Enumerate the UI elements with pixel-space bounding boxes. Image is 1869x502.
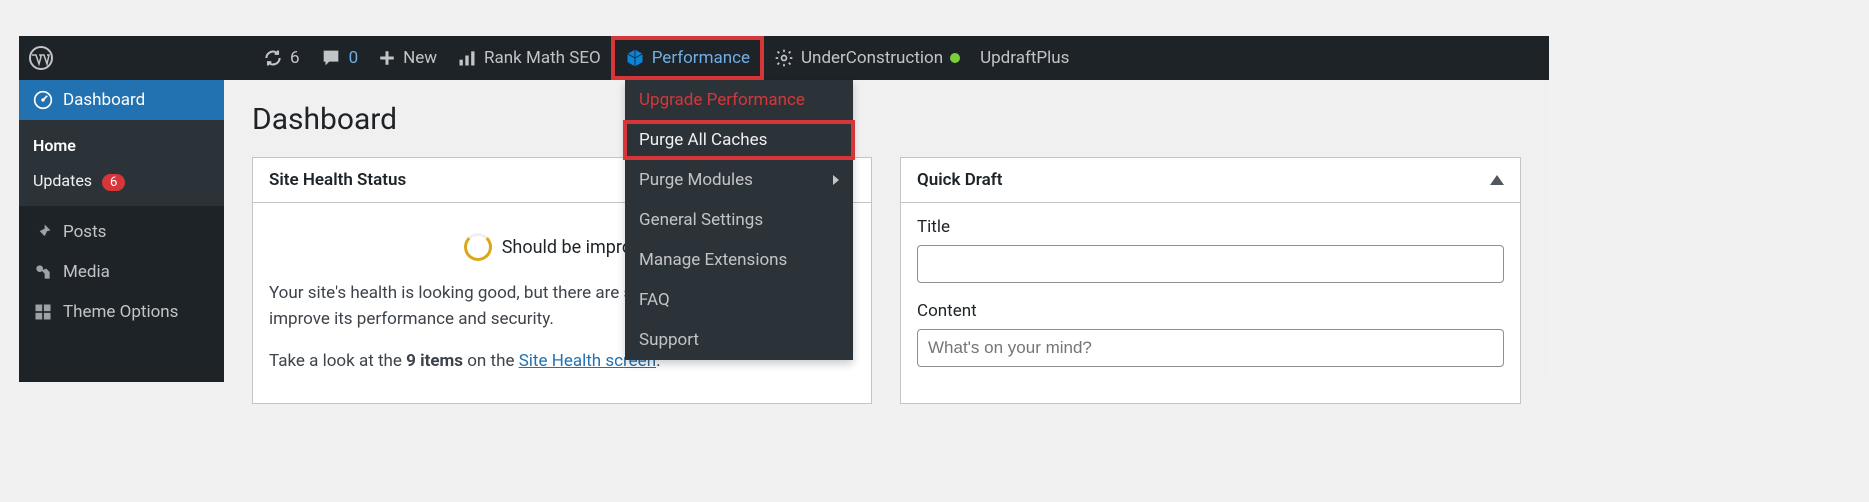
media-icon: [33, 262, 53, 282]
sidebar-item-posts[interactable]: Posts: [19, 212, 224, 252]
wordpress-icon: [29, 46, 53, 70]
grid-icon: [33, 302, 53, 322]
toolbar-performance-highlight: Performance: [611, 36, 764, 80]
bar-chart-icon: [457, 48, 477, 68]
page-title: Dashboard: [252, 102, 1521, 137]
admin-sidebar: Dashboard Home Updates 6 Posts Media The…: [19, 80, 224, 382]
toolbar-updraft-label: UpdraftPlus: [980, 48, 1069, 68]
refresh-icon: [263, 48, 283, 68]
toolbar-performance-label: Performance: [652, 48, 750, 68]
toolbar-rankmath-label: Rank Math SEO: [484, 48, 601, 68]
dropdown-support-label: Support: [639, 330, 699, 350]
sidebar-dashboard-label: Dashboard: [63, 90, 145, 110]
spinner-icon: [464, 233, 492, 261]
dropdown-purge-modules-label: Purge Modules: [639, 170, 753, 190]
dropdown-general-label: General Settings: [639, 210, 763, 230]
sidebar-home-label: Home: [33, 136, 76, 155]
toolbar-updraft[interactable]: UpdraftPlus: [970, 36, 1079, 80]
dropdown-extensions-label: Manage Extensions: [639, 250, 787, 270]
quick-draft-title-label: Title: [917, 217, 1504, 237]
panel-quick-draft: Quick Draft Title Content: [900, 157, 1521, 404]
sidebar-sub-home[interactable]: Home: [19, 128, 224, 163]
admin-toolbar: 6 0 New Rank Math SEO Performance UnderC…: [19, 36, 1549, 80]
dashboard-icon: [33, 90, 53, 110]
panel-quick-draft-title: Quick Draft: [917, 170, 1002, 190]
sidebar-item-theme-options[interactable]: Theme Options: [19, 292, 224, 332]
sidebar-submenu-dashboard: Home Updates 6: [19, 120, 224, 206]
panel-site-health-title: Site Health Status: [269, 170, 406, 190]
quick-draft-content-label: Content: [917, 301, 1504, 321]
toolbar-updates[interactable]: 6: [253, 36, 310, 80]
dropdown-manage-extensions[interactable]: Manage Extensions: [625, 240, 853, 280]
toolbar-rankmath[interactable]: Rank Math SEO: [447, 36, 611, 80]
dropdown-faq-label: FAQ: [639, 290, 670, 310]
toolbar-new-label: New: [403, 48, 437, 68]
sidebar-posts-label: Posts: [63, 222, 106, 242]
quick-draft-title-input[interactable]: [917, 245, 1504, 283]
toolbar-performance[interactable]: Performance: [615, 36, 760, 80]
comment-icon: [320, 47, 342, 69]
site-health-line2b: on the: [463, 351, 519, 371]
dropdown-purge-all-caches[interactable]: Purge All Caches: [623, 120, 855, 160]
dropdown-faq[interactable]: FAQ: [625, 280, 853, 320]
collapse-icon[interactable]: [1490, 175, 1504, 185]
dropdown-support[interactable]: Support: [625, 320, 853, 360]
sidebar-media-label: Media: [63, 262, 110, 282]
panel-quick-draft-header[interactable]: Quick Draft: [901, 158, 1520, 203]
dropdown-upgrade-label: Upgrade Performance: [639, 90, 805, 110]
status-dot-icon: [950, 53, 960, 63]
toolbar-comments-count: 0: [349, 48, 359, 68]
toolbar-updates-count: 6: [290, 48, 300, 68]
dropdown-purge-all-label: Purge All Caches: [639, 130, 767, 150]
plus-icon: [378, 49, 396, 67]
performance-dropdown: Upgrade Performance Purge All Caches Pur…: [625, 80, 853, 360]
site-health-item-count: 9 items: [406, 351, 463, 371]
sidebar-sub-updates[interactable]: Updates 6: [19, 163, 224, 198]
pin-icon: [33, 222, 53, 242]
toolbar-new[interactable]: New: [368, 36, 447, 80]
sidebar-item-dashboard[interactable]: Dashboard: [19, 80, 224, 120]
cube-icon: [625, 48, 645, 68]
sidebar-updates-label: Updates: [33, 171, 92, 190]
gear-icon: [774, 48, 794, 68]
site-health-line2a: Take a look at the: [269, 351, 406, 371]
sidebar-theme-options-label: Theme Options: [63, 302, 178, 322]
sidebar-item-media[interactable]: Media: [19, 252, 224, 292]
sidebar-updates-badge: 6: [102, 174, 125, 191]
chevron-right-icon: [833, 175, 839, 185]
dropdown-general-settings[interactable]: General Settings: [625, 200, 853, 240]
dropdown-purge-modules[interactable]: Purge Modules: [625, 160, 853, 200]
toolbar-comments[interactable]: 0: [310, 36, 369, 80]
toolbar-underconstruction[interactable]: UnderConstruction: [764, 36, 970, 80]
toolbar-underconstruction-label: UnderConstruction: [801, 48, 943, 68]
dropdown-upgrade-performance[interactable]: Upgrade Performance: [625, 80, 853, 120]
main-content: Dashboard Site Health Status Should be i…: [224, 80, 1549, 382]
quick-draft-content-input[interactable]: [917, 329, 1504, 367]
wp-logo[interactable]: [19, 36, 63, 80]
